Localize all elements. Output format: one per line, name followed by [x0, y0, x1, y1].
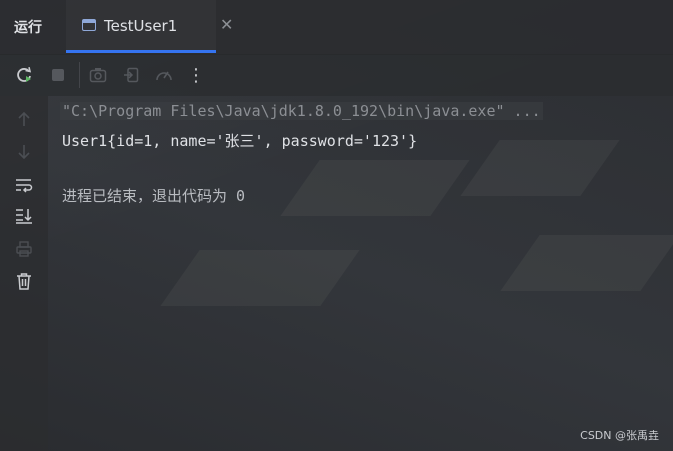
- toolbar-divider: [79, 62, 80, 88]
- program-output-line: User1{id=1, name='张三', password='123'}: [62, 132, 418, 150]
- screenshot-icon[interactable]: [87, 64, 109, 86]
- profiler-icon[interactable]: [153, 64, 175, 86]
- console-window-icon: [82, 19, 96, 31]
- tab-testuser1[interactable]: TestUser1 ✕: [66, 0, 233, 53]
- soft-wrap-icon[interactable]: [13, 174, 35, 196]
- tool-window-title: 运行: [14, 20, 42, 36]
- arrow-up-icon[interactable]: [13, 108, 35, 130]
- watermark: CSDN @张禹垚: [580, 429, 659, 442]
- process-exit-message: 进程已结束，退出代码为 0: [62, 187, 246, 205]
- run-toolbar: ⋮: [0, 54, 673, 96]
- rerun-icon[interactable]: [13, 64, 35, 86]
- trash-icon[interactable]: [13, 270, 35, 292]
- print-icon[interactable]: [13, 238, 35, 260]
- console-sidebar: [0, 96, 48, 451]
- command-line: "C:\Program Files\Java\jdk1.8.0_192\bin\…: [60, 102, 543, 120]
- close-icon[interactable]: ✕: [220, 16, 233, 34]
- restore-layout-icon[interactable]: [120, 64, 142, 86]
- arrow-down-icon[interactable]: [13, 141, 35, 163]
- tab-label: TestUser1: [104, 17, 178, 35]
- more-options-icon[interactable]: ⋮: [185, 64, 207, 86]
- console-output[interactable]: "C:\Program Files\Java\jdk1.8.0_192\bin\…: [48, 96, 673, 451]
- stop-icon[interactable]: [47, 64, 69, 86]
- tool-window-header: 运行 TestUser1 ✕: [0, 0, 673, 55]
- scroll-to-end-icon[interactable]: [13, 205, 35, 227]
